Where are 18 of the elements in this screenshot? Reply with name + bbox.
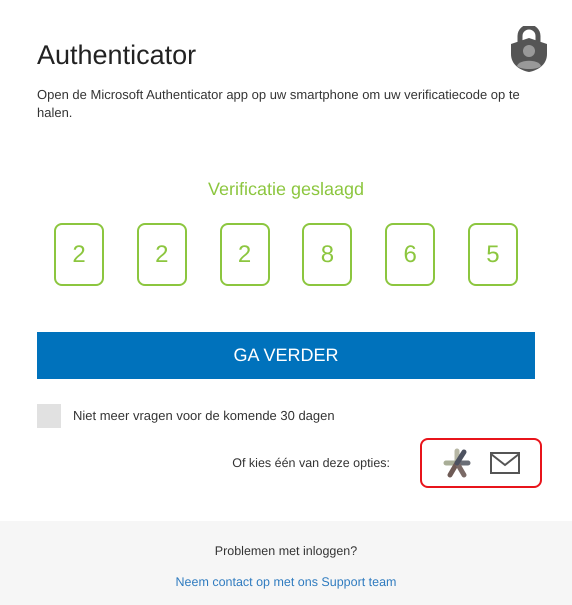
digit-field[interactable]: 5 — [468, 223, 518, 286]
support-link[interactable]: Neem contact op met ons Support team — [176, 572, 396, 592]
asterisk-icon[interactable] — [442, 448, 472, 478]
continue-button[interactable]: GA VERDER — [37, 332, 535, 379]
instruction-text: Open de Microsoft Authenticator app op uw smartphone om uw verificatiecode op te halen. — [37, 86, 521, 122]
digit-field[interactable]: 2 — [220, 223, 270, 286]
checkbox-label: Niet meer vragen voor de komende 30 dagen — [73, 407, 335, 426]
checkbox[interactable] — [37, 404, 61, 428]
digit-field[interactable]: 2 — [54, 223, 104, 286]
page-title: Authenticator — [37, 39, 196, 72]
digit-field[interactable]: 2 — [136, 223, 187, 286]
help-question: Problemen met inloggen? — [214, 543, 358, 560]
lock-person-icon — [509, 26, 549, 72]
digit-field[interactable]: 6 — [385, 223, 436, 286]
options-label: Of kies één van deze opties: — [232, 454, 390, 472]
mail-icon[interactable] — [490, 452, 520, 474]
digit-field[interactable]: 8 — [302, 223, 352, 286]
verification-status: Verificatie geslaagd — [206, 178, 366, 201]
